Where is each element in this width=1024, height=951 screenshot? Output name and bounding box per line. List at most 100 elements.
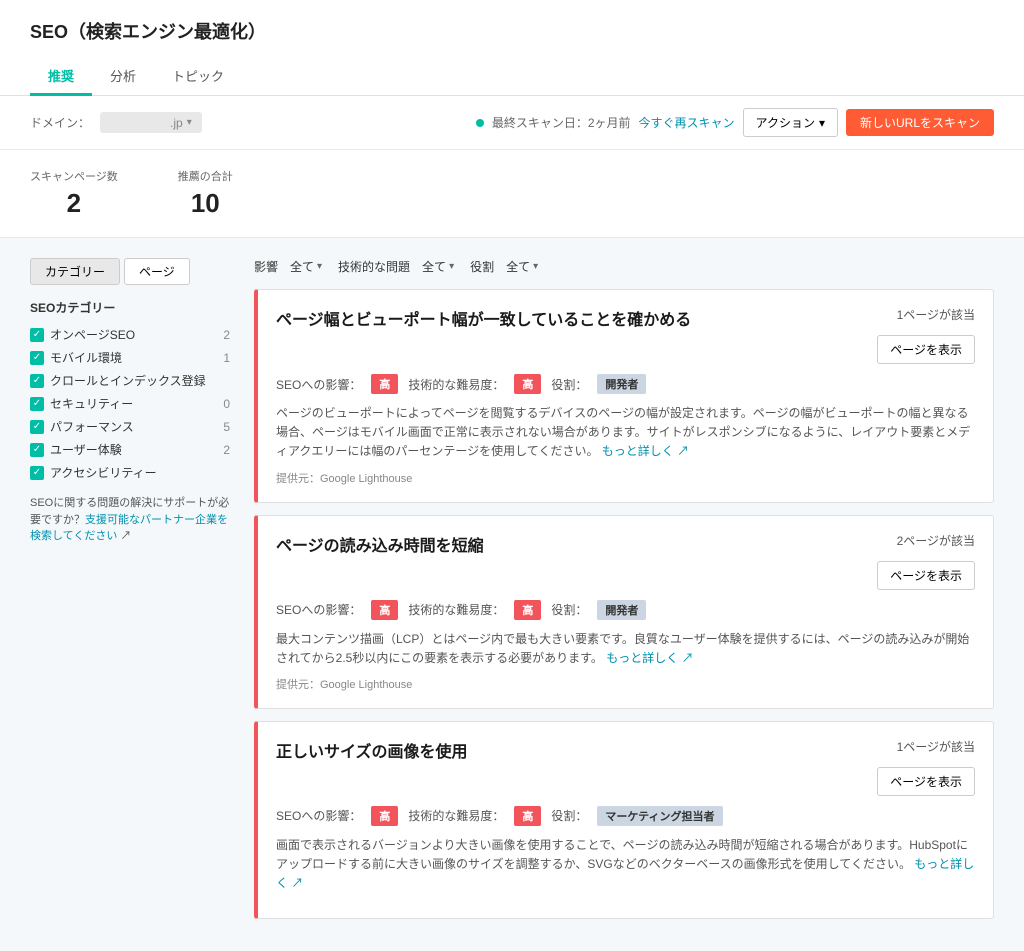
tab-analysis[interactable]: 分析 <box>92 58 154 96</box>
issues-value: 10 <box>178 188 233 219</box>
checkbox-accessibility[interactable] <box>30 466 44 480</box>
sidebar-label-crawl: クロールとインデックス登録 <box>50 372 224 389</box>
action-button[interactable]: アクション ▾ <box>743 108 838 137</box>
sidebar-item-crawl[interactable]: クロールとインデックス登録 <box>30 372 230 389</box>
checkbox-mobile[interactable] <box>30 351 44 365</box>
impact-label-1: SEOへの影響： <box>276 601 361 618</box>
page-count-0: 1ページが該当 <box>897 306 975 323</box>
rescan-link[interactable]: 今すぐ再スキャン <box>639 114 735 131</box>
checkbox-crawl[interactable] <box>30 374 44 388</box>
tabs: 推奨 分析 トピック <box>30 58 994 95</box>
sidebar-count-security: 0 <box>223 397 230 411</box>
role-label-0: 役割： <box>551 376 587 393</box>
issue-desc-2: 画面で表示されるバージョンより大きい画像を使用することで、ページの読み込み時間が… <box>276 836 975 894</box>
role-label-2: 役割： <box>551 807 587 824</box>
issue-card-1: ページの読み込み時間を短縮 2ページが該当 ページを表示 SEOへの影響： 高 … <box>254 515 994 709</box>
chevron-down-icon: ▾ <box>533 261 538 272</box>
domain-pill[interactable]: .jp ▾ <box>100 112 202 133</box>
impact-badge-1: 高 <box>371 600 398 620</box>
issue-desc-0: ページのビューポートによってページを閲覧するデバイスのページの幅が設定されます。… <box>276 404 975 462</box>
issue-title-0: ページ幅とビューポート幅が一致していることを確かめる <box>276 306 691 330</box>
sidebar-label-mobile: モバイル環境 <box>50 349 217 366</box>
chevron-down-icon: ▾ <box>187 117 192 128</box>
scan-date: 最終スキャン日：2ヶ月前 <box>492 114 631 131</box>
sidebar-item-accessibility[interactable]: アクセシビリティー <box>30 464 230 481</box>
issue-right-1: 2ページが該当 ページを表示 <box>877 532 975 590</box>
scanned-label: スキャンページ数 <box>30 168 118 184</box>
impact-badge-0: 高 <box>371 374 398 394</box>
page-count-2: 1ページが該当 <box>897 738 975 755</box>
issue-right-0: 1ページが該当 ページを表示 <box>877 306 975 364</box>
tab-recommend[interactable]: 推奨 <box>30 58 92 96</box>
sidebar-label-accessibility: アクセシビリティー <box>50 464 224 481</box>
sidebar-label-ux: ユーザー体験 <box>50 441 217 458</box>
difficulty-label-2: 技術的な難易度： <box>408 807 504 824</box>
view-toggle: カテゴリー ページ <box>30 258 230 285</box>
checkbox-performance[interactable] <box>30 420 44 434</box>
role-label-1: 役割： <box>551 601 587 618</box>
main-content: カテゴリー ページ SEOカテゴリー オンページSEO 2 モバイル環境 1 ク… <box>0 238 1024 951</box>
source-0: 提供元：Google Lighthouse <box>276 470 975 486</box>
source-1: 提供元：Google Lighthouse <box>276 676 975 692</box>
read-more-0[interactable]: もっと詳しく ↗ <box>602 444 689 458</box>
sidebar-item-security[interactable]: セキュリティー 0 <box>30 395 230 412</box>
sidebar-item-mobile[interactable]: モバイル環境 1 <box>30 349 230 366</box>
filter-impact[interactable]: 影響 全て ▾ <box>254 258 322 275</box>
difficulty-badge-0: 高 <box>514 374 541 394</box>
checkbox-security[interactable] <box>30 397 44 411</box>
show-page-button-1[interactable]: ページを表示 <box>877 561 975 590</box>
sidebar-item-ux[interactable]: ユーザー体験 2 <box>30 441 230 458</box>
stats-bar: スキャンページ数 2 推薦の合計 10 <box>0 150 1024 238</box>
chevron-down-icon: ▾ <box>449 261 454 272</box>
sidebar-item-performance[interactable]: パフォーマンス 5 <box>30 418 230 435</box>
partner-note: SEOに関する問題の解決にサポートが必要ですか？支援可能なパートナー企業を検索し… <box>30 495 230 545</box>
sidebar-count-ux: 2 <box>223 443 230 457</box>
issue-card-header-1: ページの読み込み時間を短縮 2ページが該当 ページを表示 <box>276 532 975 590</box>
issue-card-header-2: 正しいサイズの画像を使用 1ページが該当 ページを表示 <box>276 738 975 796</box>
difficulty-badge-2: 高 <box>514 806 541 826</box>
scan-info: 最終スキャン日：2ヶ月前 今すぐ再スキャン アクション ▾ 新しいURLをスキャ… <box>476 108 994 137</box>
issue-meta-1: SEOへの影響： 高 技術的な難易度： 高 役割： 開発者 <box>276 600 975 620</box>
sidebar-item-onpage[interactable]: オンページSEO 2 <box>30 326 230 343</box>
show-page-button-2[interactable]: ページを表示 <box>877 767 975 796</box>
filter-role[interactable]: 役割 全て ▾ <box>470 258 538 275</box>
scan-url-button[interactable]: 新しいURLをスキャン <box>846 109 994 136</box>
domain-label: ドメイン： <box>30 114 90 131</box>
issue-card-0: ページ幅とビューポート幅が一致していることを確かめる 1ページが該当 ページを表… <box>254 289 994 503</box>
tab-topic[interactable]: トピック <box>154 58 242 96</box>
chevron-down-icon: ▾ <box>819 116 825 130</box>
sidebar-title: SEOカテゴリー <box>30 299 230 316</box>
show-page-button-0[interactable]: ページを表示 <box>877 335 975 364</box>
role-badge-0: 開発者 <box>597 374 646 394</box>
issues-label: 推薦の合計 <box>178 168 233 184</box>
role-badge-1: 開発者 <box>597 600 646 620</box>
difficulty-badge-1: 高 <box>514 600 541 620</box>
difficulty-label-0: 技術的な難易度： <box>408 376 504 393</box>
issue-desc-1: 最大コンテンツ描画（LCP）とはページ内で最も大きい要素です。良質なユーザー体験… <box>276 630 975 668</box>
header: SEO（検索エンジン最適化） 推奨 分析 トピック <box>0 0 1024 96</box>
status-dot <box>476 119 484 127</box>
sidebar: カテゴリー ページ SEOカテゴリー オンページSEO 2 モバイル環境 1 ク… <box>30 258 230 931</box>
scanned-value: 2 <box>30 188 118 219</box>
filter-bar: 影響 全て ▾ 技術的な問題 全て ▾ 役割 全て ▾ <box>254 258 994 275</box>
checkbox-onpage[interactable] <box>30 328 44 342</box>
impact-label-2: SEOへの影響： <box>276 807 361 824</box>
chevron-down-icon: ▾ <box>317 261 322 272</box>
issue-card-2: 正しいサイズの画像を使用 1ページが該当 ページを表示 SEOへの影響： 高 技… <box>254 721 994 919</box>
filter-difficulty[interactable]: 技術的な問題 全て ▾ <box>338 258 454 275</box>
view-category-button[interactable]: カテゴリー <box>30 258 120 285</box>
sidebar-count-mobile: 1 <box>223 351 230 365</box>
sidebar-count-performance: 5 <box>223 420 230 434</box>
toolbar: ドメイン： .jp ▾ 最終スキャン日：2ヶ月前 今すぐ再スキャン アクション … <box>0 96 1024 150</box>
role-badge-2: マーケティング担当者 <box>597 806 722 826</box>
issue-meta-0: SEOへの影響： 高 技術的な難易度： 高 役割： 開発者 <box>276 374 975 394</box>
sidebar-label-security: セキュリティー <box>50 395 217 412</box>
checkbox-ux[interactable] <box>30 443 44 457</box>
impact-badge-2: 高 <box>371 806 398 826</box>
read-more-1[interactable]: もっと詳しく ↗ <box>606 651 693 665</box>
stat-issues: 推薦の合計 10 <box>178 168 233 219</box>
issue-card-header-0: ページ幅とビューポート幅が一致していることを確かめる 1ページが該当 ページを表… <box>276 306 975 364</box>
partner-link[interactable]: 支援可能なパートナー企業を検索してください <box>30 514 228 543</box>
view-page-button[interactable]: ページ <box>124 258 190 285</box>
domain-value: .jp <box>110 114 183 131</box>
